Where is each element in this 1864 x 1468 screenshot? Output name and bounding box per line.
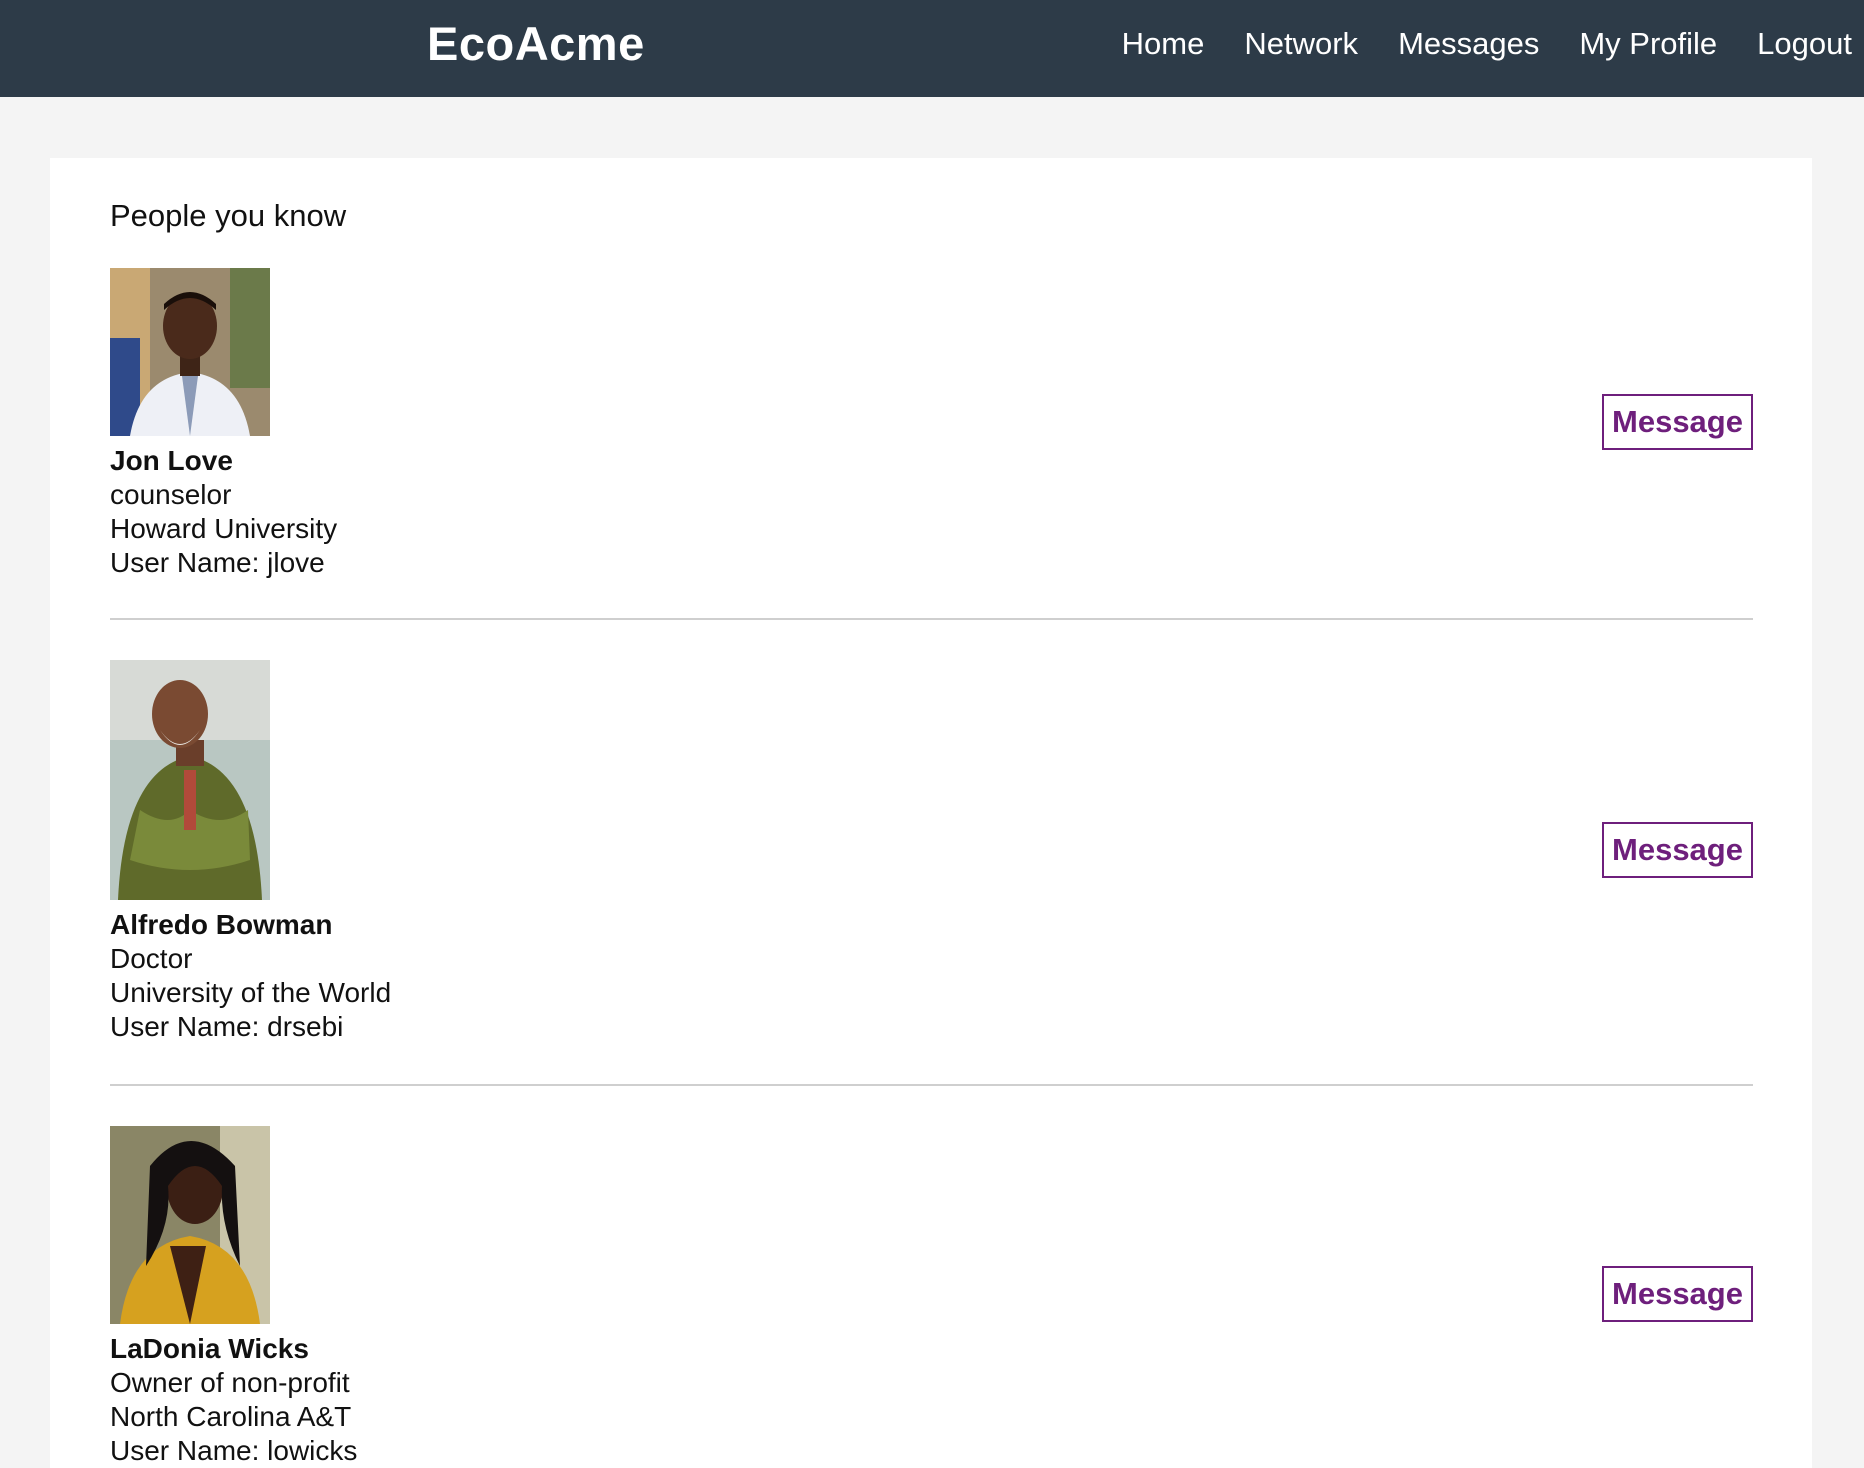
person-name[interactable]: LaDonia Wicks: [110, 1332, 1753, 1366]
nav-my-profile-link[interactable]: My Profile: [1579, 26, 1717, 62]
brand-logo[interactable]: EcoAcme: [427, 16, 645, 71]
person-school: North Carolina A&T: [110, 1401, 352, 1432]
message-button[interactable]: Message: [1602, 1266, 1753, 1322]
divider: [110, 1084, 1753, 1086]
person-title: counselor: [110, 479, 232, 510]
person-username: User Name: jlove: [110, 547, 325, 578]
person-item: Alfredo Bowman Doctor University of the …: [110, 660, 1753, 1044]
person-item: Jon Love counselor Howard University Use…: [110, 268, 1753, 580]
section-title: People you know: [110, 198, 347, 233]
main-nav: Home Network Messages My Profile Logout: [1122, 26, 1852, 62]
person-item: LaDonia Wicks Owner of non-profit North …: [110, 1126, 1753, 1468]
nav-messages-link[interactable]: Messages: [1398, 26, 1539, 62]
person-info: Jon Love counselor Howard University Use…: [110, 444, 1753, 580]
person-title: Owner of non-profit: [110, 1367, 350, 1398]
person-username: User Name: lowicks: [110, 1435, 358, 1466]
message-button[interactable]: Message: [1602, 822, 1753, 878]
message-button[interactable]: Message: [1602, 394, 1753, 450]
person-school: Howard University: [110, 513, 338, 544]
person-school: University of the World: [110, 977, 392, 1008]
top-navbar: EcoAcme Home Network Messages My Profile…: [0, 0, 1864, 97]
person-name[interactable]: Jon Love: [110, 444, 1753, 478]
person-info: Alfredo Bowman Doctor University of the …: [110, 908, 1753, 1044]
person-avatar-photo: [110, 1126, 270, 1324]
nav-home-link[interactable]: Home: [1122, 26, 1205, 62]
person-title: Doctor: [110, 943, 193, 974]
person-avatar-photo: [110, 660, 270, 900]
nav-network-link[interactable]: Network: [1244, 26, 1358, 62]
divider: [110, 618, 1753, 620]
nav-logout-link[interactable]: Logout: [1757, 26, 1852, 62]
person-username: User Name: drsebi: [110, 1011, 344, 1042]
people-card: People you know Jon Love counselor Howar…: [50, 158, 1812, 1468]
person-avatar-photo: [110, 268, 270, 436]
person-name[interactable]: Alfredo Bowman: [110, 908, 1753, 942]
